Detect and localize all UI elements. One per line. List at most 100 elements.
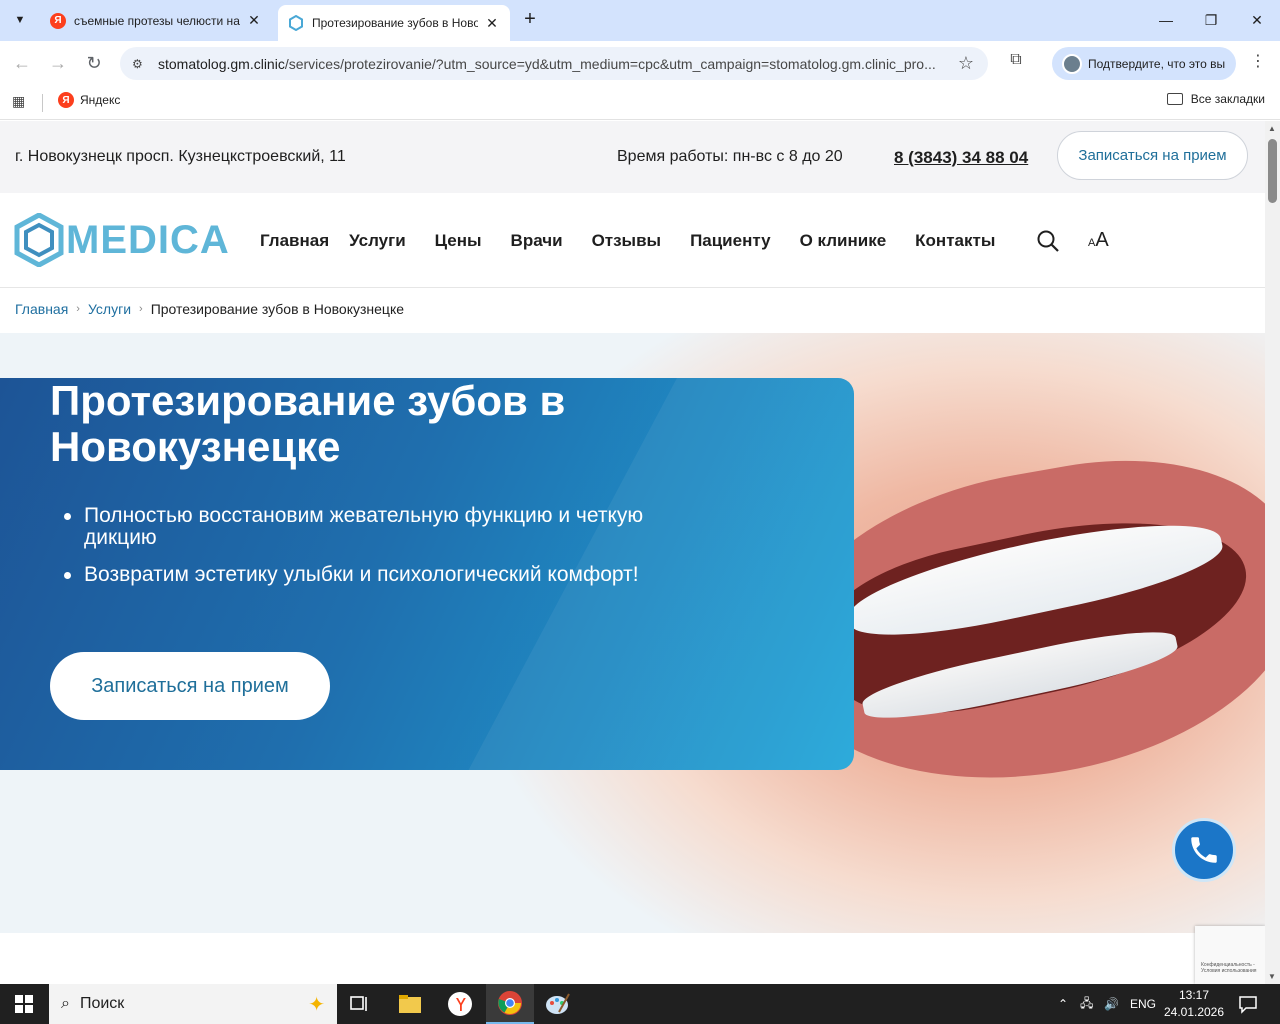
all-bookmarks-button[interactable]: Все закладки <box>1166 92 1265 106</box>
chevron-right-icon: › <box>76 303 80 315</box>
scroll-up-icon[interactable]: ▲ <box>1268 124 1276 133</box>
logo-text: MEDICA <box>66 217 230 262</box>
toolbar: ← → ↻ ⚙ stomatolog.gm.clinic/services/pr… <box>0 41 1280 86</box>
yandex-icon: Я <box>50 12 66 29</box>
url-text[interactable]: stomatolog.gm.clinic/services/protezirov… <box>158 56 948 72</box>
recaptcha-badge[interactable]: Конфиденциальность - Условия использован… <box>1195 926 1265 984</box>
back-icon[interactable]: ← <box>10 51 34 75</box>
breadcrumb-services[interactable]: Услуги <box>88 301 131 317</box>
start-button[interactable] <box>0 984 48 1024</box>
windows-logo-icon <box>15 995 33 1013</box>
main-nav: Главная Услуги Цены Врачи Отзывы Пациент… <box>260 231 995 251</box>
folder-icon <box>1166 93 1183 105</box>
breadcrumb-home[interactable]: Главная <box>15 301 68 317</box>
working-hours: Время работы: пн-вс с 8 до 20 <box>617 148 843 165</box>
tab-search-button[interactable]: ▼ <box>8 8 32 32</box>
clock[interactable]: 13:17 24.01.2026 <box>1160 987 1228 1021</box>
font-size-large: A <box>1095 229 1109 251</box>
tab-title: Протезирование зубов в Новок <box>312 16 478 30</box>
nav-item-reviews[interactable]: Отзывы <box>592 231 662 251</box>
nav-item-about[interactable]: О клинике <box>800 231 887 251</box>
search-placeholder: Поиск <box>79 995 125 1012</box>
file-explorer-icon[interactable] <box>386 984 434 1024</box>
clock-time: 13:17 <box>1178 988 1210 1002</box>
divider <box>42 94 43 112</box>
show-hidden-icons[interactable]: ⌃ <box>1058 984 1068 1024</box>
hero-banner: Протезирование зубов в Новокузнецке Полн… <box>0 333 1265 933</box>
extensions-icon[interactable]: ⧉ <box>1004 51 1028 75</box>
tab-title: съемные протезы челюсти на <box>74 13 240 28</box>
paint-icon[interactable] <box>534 984 582 1024</box>
all-bookmarks-label: Все закладки <box>1190 92 1265 106</box>
avatar <box>1062 53 1082 74</box>
call-button[interactable] <box>1172 818 1236 882</box>
profile-label: Подтвердите, что это вы <box>1088 56 1226 71</box>
phone-icon <box>1191 837 1217 863</box>
url-host: stomatolog.gm.clinic <box>158 55 285 72</box>
bookmark-star-icon[interactable]: ☆ <box>958 53 974 74</box>
benefits-list: Полностью восстановим жевательную функци… <box>64 505 684 601</box>
chrome-icon[interactable] <box>486 984 534 1024</box>
bookmark-yandex[interactable]: Я Яндекс <box>58 92 120 108</box>
chevron-right-icon: › <box>139 303 143 315</box>
nav-item-contacts[interactable]: Контакты <box>915 231 995 251</box>
new-tab-button[interactable]: + <box>518 8 542 32</box>
site-header: MEDICA Главная Услуги Цены Врачи Отзывы … <box>0 193 1265 288</box>
nav-item-home[interactable]: Главная <box>260 231 329 251</box>
restore-icon[interactable]: ❐ <box>1199 8 1223 32</box>
tab-inactive[interactable]: Я съемные протезы челюсти на ✕ <box>40 5 272 36</box>
nav-item-prices[interactable]: Цены <box>435 231 482 251</box>
book-appointment-button[interactable]: Записаться на прием <box>1057 131 1248 180</box>
yandex-icon: Я <box>58 92 74 108</box>
scrollbar-thumb[interactable] <box>1268 139 1277 203</box>
contact-bar: г. Новокузнецк просп. Кузнецкстроевский,… <box>0 121 1265 193</box>
search-icon[interactable] <box>1036 229 1060 253</box>
nav-item-doctors[interactable]: Врачи <box>511 231 563 251</box>
clinic-address: г. Новокузнецк просп. Кузнецкстроевский,… <box>15 148 346 165</box>
apps-grid-icon[interactable]: ▦ <box>12 93 25 110</box>
windows-taskbar: ⌕ Поиск ✦ ⌃ 🖧 🔊 ENG 13:17 24.01.2026 <box>0 984 1280 1024</box>
bookmark-label: Яндекс <box>80 93 121 107</box>
profile-button[interactable]: Подтвердите, что это вы <box>1052 47 1236 80</box>
hero-card: Протезирование зубов в Новокузнецке Полн… <box>0 378 854 770</box>
tab-active[interactable]: Протезирование зубов в Новок ✕ <box>278 5 510 41</box>
tab-strip: ▼ Я съемные протезы челюсти на ✕ Протези… <box>0 0 1280 41</box>
clinic-icon <box>288 15 304 31</box>
hero-book-button[interactable]: Записаться на прием <box>50 652 330 720</box>
logo-hex-icon <box>14 213 64 267</box>
page-scrollbar[interactable]: ▲ ▼ <box>1265 121 1280 984</box>
minimize-icon[interactable]: — <box>1154 8 1178 32</box>
phone-link[interactable]: 8 (3843) 34 88 04 <box>894 148 1028 168</box>
breadcrumb-current: Протезирование зубов в Новокузнецке <box>150 301 405 317</box>
scroll-down-icon[interactable]: ▼ <box>1268 972 1276 981</box>
web-page: г. Новокузнецк просп. Кузнецкстроевский,… <box>0 121 1265 984</box>
taskbar-search[interactable]: ⌕ Поиск ✦ <box>49 984 337 1024</box>
close-tab-icon[interactable]: ✕ <box>484 15 500 32</box>
site-settings-icon[interactable]: ⚙ <box>132 57 148 71</box>
more-menu-icon[interactable]: ⋮ <box>1248 51 1268 75</box>
url-path: /services/protezirovanie/?utm_source=yd&… <box>284 55 936 72</box>
volume-icon[interactable]: 🔊 <box>1104 984 1119 1024</box>
copilot-sparkle-icon: ✦ <box>308 994 325 1016</box>
logo[interactable]: MEDICA <box>14 213 230 267</box>
search-icon: ⌕ <box>61 995 70 1012</box>
close-tab-icon[interactable]: ✕ <box>246 12 262 29</box>
list-item: Возвратим эстетику улыбки и психологичес… <box>64 564 684 586</box>
yandex-browser-icon[interactable] <box>436 984 484 1024</box>
page-title: Протезирование зубов в Новокузнецке <box>50 378 566 470</box>
close-window-icon[interactable]: ✕ <box>1245 8 1269 32</box>
reload-icon[interactable]: ↻ <box>82 51 106 75</box>
font-size-icon[interactable]: AA <box>1088 229 1109 252</box>
nav-item-patients[interactable]: Пациенту <box>690 231 771 251</box>
list-item: Полностью восстановим жевательную функци… <box>64 505 684 549</box>
notifications-icon[interactable] <box>1238 994 1258 1014</box>
language-indicator[interactable]: ENG <box>1130 984 1156 1024</box>
network-icon[interactable]: 🖧 <box>1080 984 1093 1024</box>
clock-date: 24.01.2026 <box>1163 1005 1225 1019</box>
nav-item-services[interactable]: Услуги <box>349 231 406 251</box>
task-view-icon[interactable] <box>336 984 384 1024</box>
breadcrumb: Главная › Услуги › Протезирование зубов … <box>15 301 404 317</box>
recaptcha-text: Конфиденциальность - Условия использован… <box>1201 962 1257 974</box>
forward-icon[interactable]: → <box>46 51 70 75</box>
address-bar[interactable]: ⚙ stomatolog.gm.clinic/services/protezir… <box>120 47 988 80</box>
